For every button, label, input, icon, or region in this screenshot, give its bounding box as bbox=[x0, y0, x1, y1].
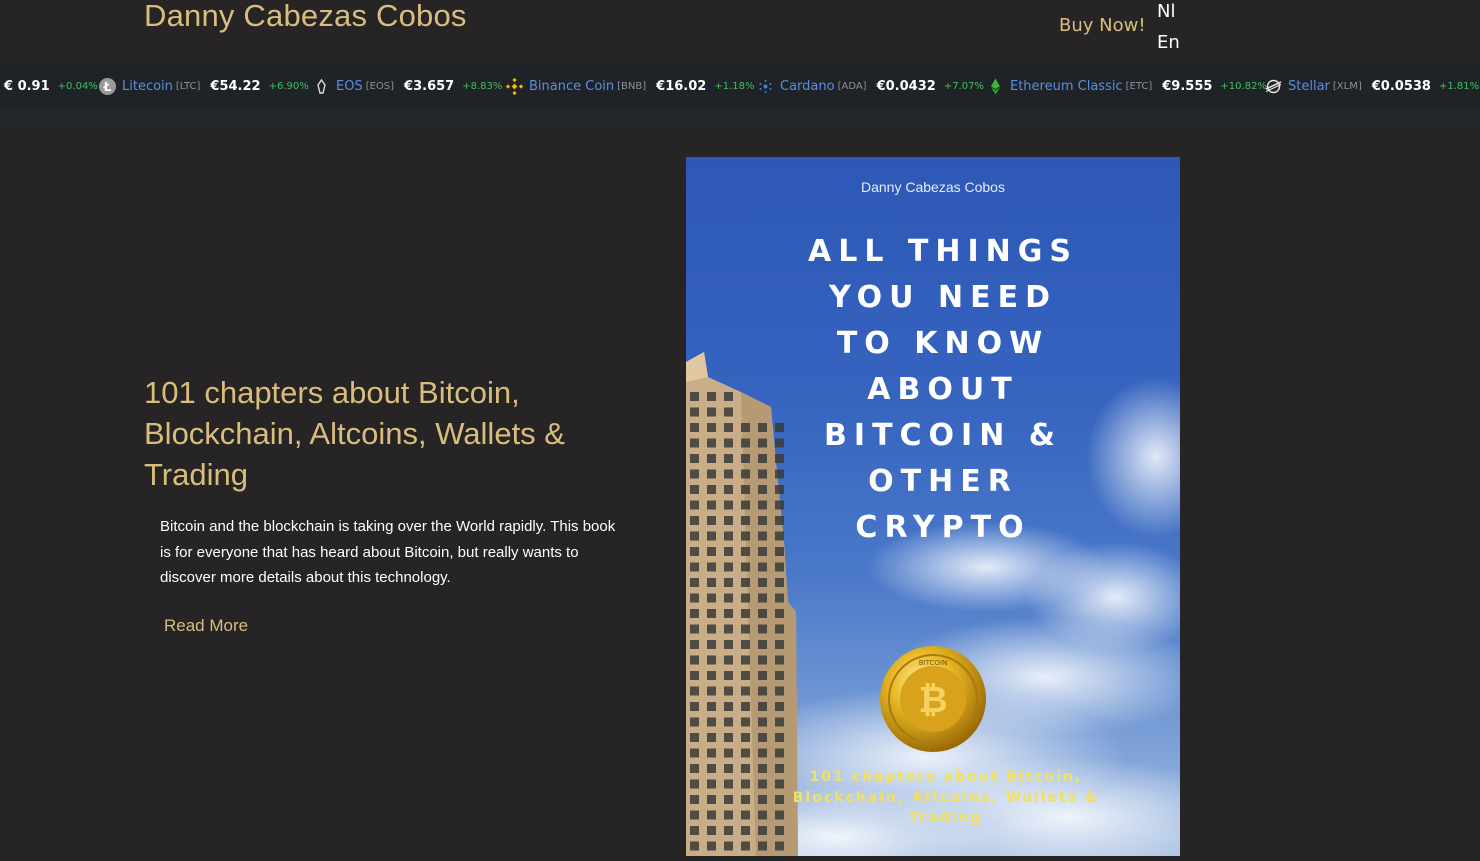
ticker-price: €9.555 bbox=[1162, 78, 1213, 94]
cover-title-line: CRYPTO bbox=[855, 510, 1031, 545]
buy-now-link[interactable]: Buy Now! bbox=[1059, 15, 1146, 36]
hero-description: Bitcoin and the blockchain is taking ove… bbox=[160, 518, 616, 586]
coin-label: BITCOIN bbox=[919, 659, 947, 667]
cover-title-line: BITCOIN & bbox=[824, 418, 1062, 453]
cover-subtitle-line: Trading bbox=[909, 810, 983, 826]
cover-title-line: ABOUT bbox=[867, 372, 1019, 407]
cardano-icon bbox=[757, 78, 774, 95]
stellar-icon bbox=[1265, 78, 1282, 95]
hero-title: 101 chapters about Bitcoin, Blockchain, … bbox=[144, 375, 565, 492]
ticker-change: +7.07% bbox=[943, 80, 984, 92]
ticker-symbol: [BNB] bbox=[617, 80, 647, 92]
cover-subtitle-line: 101 chapters about Bitcoin, bbox=[809, 769, 1083, 785]
svg-text:₿: ₿ bbox=[918, 680, 947, 721]
cover-title-line: TO KNOW bbox=[836, 326, 1050, 361]
crypto-price-ticker: € 0.91 +0.04% Ł Litecoin [LTC] €54.22 +6… bbox=[0, 64, 1480, 106]
cover-author: Danny Cabezas Cobos bbox=[861, 179, 1005, 195]
ticker-item[interactable]: Ł Litecoin [LTC] €54.22 +6.90% bbox=[99, 76, 309, 96]
site-header: Danny Cabezas Cobos Buy Now! Nl En bbox=[0, 0, 1480, 64]
ticker-change: +6.90% bbox=[268, 80, 309, 92]
ticker-price: €0.0538 bbox=[1371, 78, 1431, 94]
ticker-price: €54.22 bbox=[210, 78, 261, 94]
cover-subtitle: 101 chapters about Bitcoin, Blockchain, … bbox=[756, 767, 1136, 829]
ticker-item[interactable]: Ethereum Classic [ETC] €9.555 +10.82% bbox=[987, 76, 1267, 96]
cover-subtitle-line: Blockchain, Altcoins, Wallets & bbox=[792, 789, 1100, 806]
ticker-name: Litecoin bbox=[122, 78, 173, 94]
cover-title-line: OTHER bbox=[868, 464, 1018, 499]
site-title[interactable]: Danny Cabezas Cobos bbox=[144, 0, 467, 34]
ticker-price: €3.657 bbox=[404, 78, 455, 94]
cover-title-line: YOU NEED bbox=[829, 280, 1057, 315]
ticker-symbol: [XLM] bbox=[1332, 80, 1362, 92]
ticker-symbol: [ADA] bbox=[837, 80, 867, 92]
ticker-item[interactable]: Binance Coin [BNB] €16.02 +1.18% bbox=[505, 76, 755, 96]
ticker-change: +8.83% bbox=[462, 80, 503, 92]
svg-text:Ł: Ł bbox=[103, 80, 112, 94]
ticker-change: +10.82% bbox=[1220, 80, 1267, 92]
ticker-symbol: [ETC] bbox=[1125, 80, 1153, 92]
ticker-symbol: [LTC] bbox=[175, 80, 201, 92]
ticker-name: Stellar bbox=[1288, 78, 1330, 94]
eos-icon bbox=[313, 78, 330, 95]
cover-title-line: ALL THINGS bbox=[808, 234, 1078, 269]
cover-title: ALL THINGS YOU NEED TO KNOW ABOUT BITCOI… bbox=[686, 229, 1180, 551]
binance-icon bbox=[505, 77, 524, 95]
ethereum-classic-icon bbox=[987, 78, 1004, 95]
language-en-link[interactable]: En bbox=[1157, 32, 1180, 53]
ticker-change: +0.04% bbox=[57, 80, 98, 92]
ticker-change: +1.81% bbox=[1438, 80, 1480, 92]
ticker-item[interactable]: EOS [EOS] €3.657 +8.83% bbox=[313, 76, 502, 96]
ticker-item[interactable]: € 0.91 +0.04% bbox=[4, 76, 98, 96]
ticker-name: Cardano bbox=[780, 78, 835, 94]
litecoin-icon: Ł bbox=[99, 77, 116, 95]
ticker-name: EOS bbox=[336, 78, 363, 94]
ticker-name: Binance Coin bbox=[529, 78, 615, 94]
ticker-price: € 0.91 bbox=[4, 78, 50, 94]
book-cover-image[interactable]: ₿ BITCOIN Danny Cabezas Cobos ALL THINGS… bbox=[686, 157, 1180, 856]
read-more-link[interactable]: Read More bbox=[164, 616, 248, 636]
language-nl-link[interactable]: Nl bbox=[1157, 1, 1175, 22]
ticker-price: €16.02 bbox=[656, 78, 707, 94]
ticker-band bbox=[0, 106, 1480, 125]
ticker-name: Ethereum Classic bbox=[1010, 78, 1123, 94]
ticker-change: +1.18% bbox=[714, 80, 755, 92]
bitcoin-coin-icon: ₿ BITCOIN bbox=[880, 646, 986, 752]
ticker-symbol: [EOS] bbox=[365, 80, 395, 92]
ticker-price: €0.0432 bbox=[876, 78, 936, 94]
ticker-item[interactable]: Cardano [ADA] €0.0432 +7.07% bbox=[757, 76, 984, 96]
ticker-item[interactable]: Stellar [XLM] €0.0538 +1.81% bbox=[1265, 76, 1479, 96]
